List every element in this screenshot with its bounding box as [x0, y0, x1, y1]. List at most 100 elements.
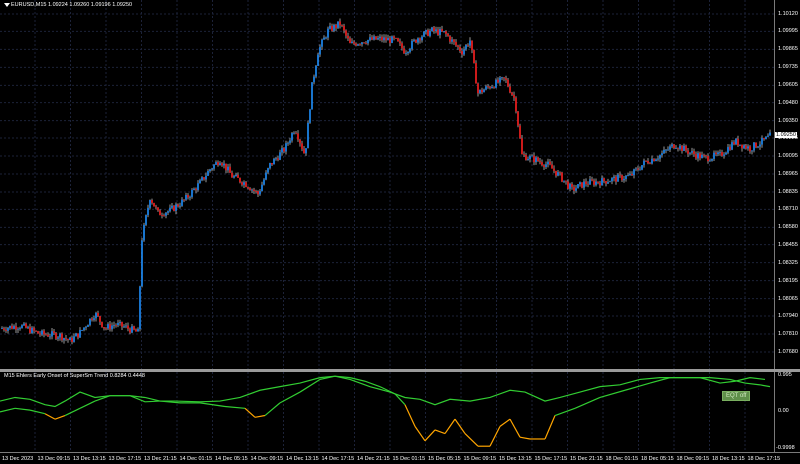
candle-bull	[751, 150, 753, 152]
chart-menu-triangle-icon[interactable]	[4, 3, 10, 7]
candle-bull	[691, 151, 693, 153]
candle-bull	[727, 147, 729, 153]
candle-bear	[203, 177, 205, 180]
time-axis-label: 14 Dec 01:15	[179, 456, 213, 462]
candle-bull	[215, 162, 217, 165]
candle-bear	[237, 174, 239, 178]
candle-bear	[513, 94, 515, 98]
candle-bear	[549, 161, 551, 165]
price-chart[interactable]: EURUSD,M15 1.09224 1.09260 1.09196 1.092…	[0, 0, 774, 369]
candle-bear	[653, 158, 655, 162]
time-axis-label: 15 Dec 09:15	[463, 456, 497, 462]
indicator-slow-segment	[544, 415, 556, 440]
indicator-slow-segment	[509, 418, 521, 438]
candle-bull	[719, 151, 721, 153]
candle-bull	[629, 173, 631, 176]
price-axis-label: 1.07680	[778, 349, 798, 355]
candle-bear	[467, 44, 469, 46]
candle-bear	[699, 153, 701, 159]
candle-bull	[319, 46, 321, 55]
indicator-slow-segment	[254, 414, 266, 418]
candle-bear	[151, 200, 153, 203]
indicator-slow-segment	[244, 407, 256, 418]
candle-bull	[327, 28, 329, 38]
indicator-slow-segment	[299, 378, 321, 393]
candle-bull	[595, 181, 597, 185]
candle-bull	[69, 337, 71, 341]
candle-bull	[679, 145, 681, 149]
candle-bear	[497, 79, 499, 83]
price-chart-canvas[interactable]	[0, 0, 774, 369]
candle-bull	[73, 336, 75, 342]
eqt-toggle-button[interactable]: EQT off	[722, 391, 751, 401]
candle-bear	[511, 92, 513, 95]
candle-bear	[343, 25, 345, 31]
price-axis-label: 1.08065	[778, 295, 798, 302]
candle-bull	[451, 39, 453, 42]
candle-bull	[357, 44, 359, 46]
candle-bear	[597, 181, 599, 183]
time-axis-label: 13 Dec 09:15	[37, 456, 71, 462]
candle-bear	[481, 89, 483, 93]
candle-bull	[601, 178, 603, 186]
candle-bull	[165, 212, 167, 216]
candle-bear	[135, 329, 137, 332]
candle-bear	[437, 29, 439, 35]
candle-bull	[423, 31, 425, 37]
candle-bear	[565, 180, 567, 182]
candle-bull	[269, 163, 271, 169]
candle-bear	[705, 155, 707, 157]
candle-bull	[407, 51, 409, 54]
candle-bull	[731, 142, 733, 150]
candle-bear	[331, 25, 333, 31]
candle-bull	[117, 322, 119, 326]
candle-bear	[163, 215, 165, 217]
candle-bear	[523, 154, 525, 156]
candle-bear	[153, 202, 155, 207]
time-axis-label: 14 Dec 21:15	[357, 456, 390, 462]
candle-bear	[637, 168, 639, 170]
candle-bull	[663, 149, 665, 154]
candle-bull	[191, 190, 193, 197]
candle-bull	[63, 338, 65, 341]
candle-bear	[553, 168, 555, 171]
candle-bull	[499, 77, 501, 83]
indicator-slow-segment	[709, 377, 731, 381]
price-axis: 1.10120 1.09995 1.09865 1.09735 1.09605 1.094…	[774, 0, 800, 369]
candle-bear	[631, 173, 633, 176]
candle-bear	[763, 138, 765, 140]
indicator-canvas[interactable]	[0, 372, 774, 452]
candle-bear	[395, 38, 397, 39]
candle-bear	[277, 158, 279, 160]
candle-bear	[365, 43, 367, 44]
candle-bull	[435, 29, 437, 31]
candle-bear	[539, 161, 541, 163]
candle-bear	[35, 330, 37, 332]
candle-bear	[271, 163, 273, 165]
candle-bear	[715, 152, 717, 155]
candle-bear	[403, 48, 405, 54]
time-axis-label: 18 Dec 17:15	[747, 456, 781, 462]
candle-bull	[313, 76, 315, 83]
candle-bull	[431, 27, 433, 32]
candle-bull	[383, 37, 385, 41]
candle-bull	[149, 200, 151, 208]
candle-bear	[221, 163, 223, 166]
candle-bull	[279, 152, 281, 160]
indicator-axis: 0.995 0.00 -0.9998	[774, 372, 800, 452]
candle-bear	[297, 133, 299, 140]
candle-bull	[259, 191, 261, 195]
candle-bear	[45, 334, 47, 336]
indicator-pane[interactable]: M15 Ehlers Early Onset of SuperSm Trend …	[0, 372, 774, 452]
candle-bear	[455, 41, 457, 46]
candle-bull	[579, 182, 581, 185]
candle-bear	[353, 41, 355, 44]
time-axis-label: 15 Dec 13:15	[499, 456, 532, 462]
indicator-title: M15 Ehlers Early Onset of SuperSm Trend …	[4, 373, 145, 379]
candle-bull	[119, 321, 121, 323]
price-axis-label: 1.07810	[778, 330, 798, 337]
candle-bear	[239, 177, 241, 183]
candle-bear	[161, 215, 163, 216]
candle-bear	[427, 29, 429, 36]
candle-bear	[505, 78, 507, 80]
